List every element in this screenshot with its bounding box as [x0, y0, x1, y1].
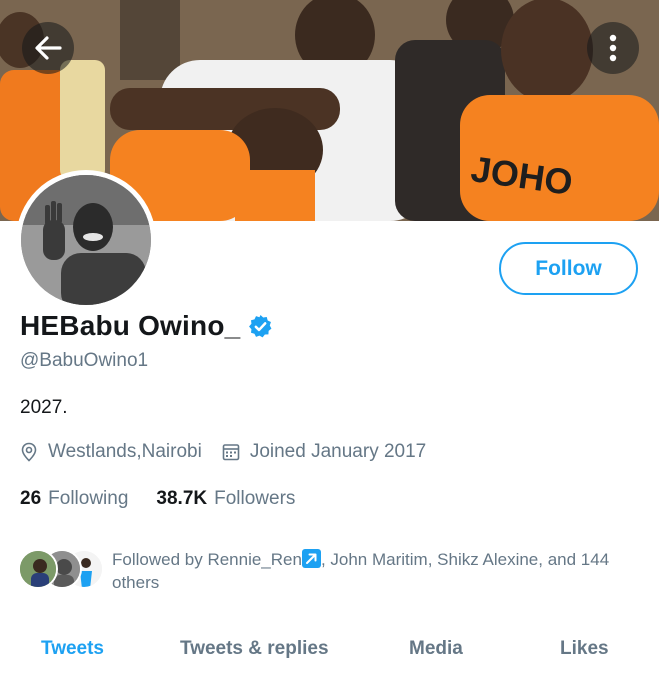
external-link-icon [301, 549, 321, 568]
following-count: 26 [20, 488, 42, 509]
followers-label: Followers [214, 488, 296, 509]
display-name: HEBabu Owino_ [20, 310, 241, 341]
profile-bio: 2027. [20, 397, 68, 418]
joined-text: Joined January 2017 [249, 441, 427, 462]
joined-item: Joined January 2017 [222, 441, 426, 463]
followed-by-prefix: Followed by [112, 550, 208, 569]
followed-by-section[interactable]: Followed by Rennie_Ren, John Maritim, Sh… [18, 548, 643, 594]
avatar-image [21, 175, 151, 305]
tab-media[interactable]: Media [409, 638, 463, 660]
location-pin-icon [21, 442, 37, 462]
location-text: Westlands,Nairobi [48, 441, 202, 462]
more-vertical-icon [609, 34, 617, 62]
tab-tweets-and-replies[interactable]: Tweets & replies [180, 638, 329, 660]
arrow-left-icon [35, 36, 62, 60]
profile-meta: Westlands,Nairobi Joined January 2017 [20, 441, 426, 463]
more-options-button[interactable] [587, 22, 639, 74]
following-label: Following [48, 488, 129, 509]
tab-tweets[interactable]: Tweets [41, 638, 104, 660]
profile-name-row: HEBabu Owino_ [20, 310, 273, 342]
verified-badge-icon [249, 314, 272, 337]
followed-by-avatars [18, 548, 106, 590]
profile-stats: 26 Following 38.7K Followers [20, 488, 295, 510]
followers-link[interactable]: 38.7K Followers [156, 488, 295, 510]
followers-count: 38.7K [156, 488, 208, 509]
following-link[interactable]: 26 Following [20, 488, 128, 510]
tab-likes[interactable]: Likes [560, 638, 609, 660]
profile-avatar[interactable] [16, 170, 156, 310]
follow-button[interactable]: Follow [499, 242, 638, 295]
followed-by-first: Rennie_Ren [207, 550, 302, 569]
profile-tabs: Tweets Tweets & replies Media Likes [0, 628, 659, 672]
location-item: Westlands,Nairobi [20, 441, 202, 463]
followed-by-text: Followed by Rennie_Ren, John Maritim, Sh… [112, 548, 643, 594]
follower-avatar [18, 549, 58, 589]
back-button[interactable] [22, 22, 74, 74]
profile-handle: @BabuOwino1 [20, 350, 149, 371]
calendar-icon [222, 444, 240, 461]
